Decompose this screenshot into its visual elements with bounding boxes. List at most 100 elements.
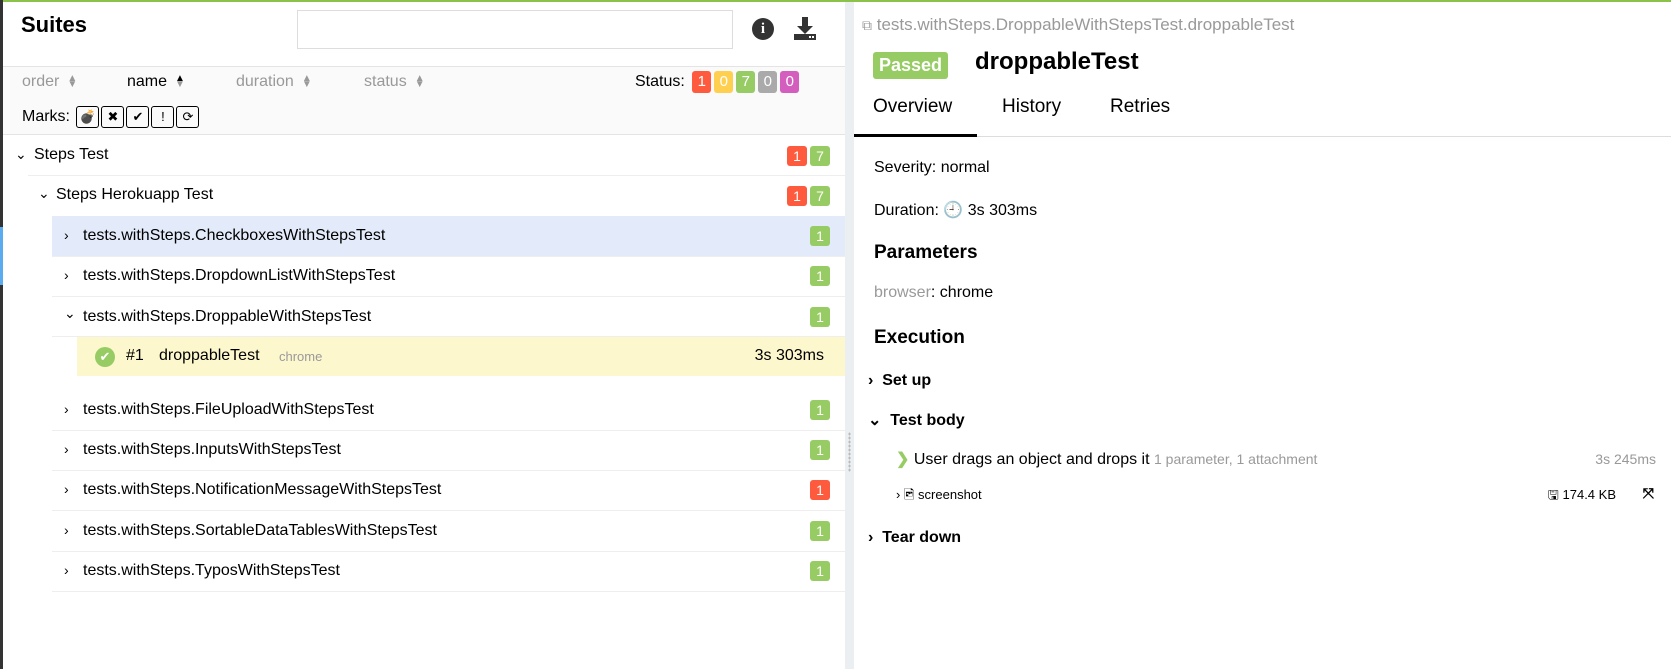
passed-count: 1	[810, 561, 830, 581]
attachment-row[interactable]: › 🖻 screenshot 🖫 174.4 KB ⤧	[896, 485, 1656, 508]
image-file-icon: 🖻	[903, 487, 915, 502]
class-label: tests.withSteps.SortableDataTablesWithSt…	[83, 522, 437, 539]
chevron-down-icon: ⌄	[15, 146, 27, 162]
sort-label: name	[127, 73, 168, 90]
duration-label: Duration:	[874, 202, 939, 219]
tree-class-row[interactable]: › tests.withSteps.TyposWithStepsTest 1	[52, 551, 845, 592]
chevron-right-icon: ›	[896, 487, 901, 502]
class-counts: 1	[807, 266, 830, 286]
test-param: chrome	[279, 349, 323, 364]
passed-count: 1	[810, 521, 830, 541]
status-skipped-toggle[interactable]: 0	[758, 71, 778, 93]
sort-asc-icon: ▲ ▼	[175, 72, 185, 90]
attachment-size-text: 174.4 KB	[1562, 487, 1617, 502]
passed-check-icon: ✔	[95, 347, 115, 367]
tree-class-row[interactable]: › tests.withSteps.FileUploadWithStepsTes…	[52, 390, 845, 431]
passed-count: 7	[810, 185, 830, 206]
marks-filter: Marks: 💣 ✖ ✔! ⟳	[22, 106, 200, 128]
passed-count: 1	[810, 400, 830, 420]
chevron-right-icon: ›	[64, 441, 69, 457]
side-nav-active-indicator	[0, 227, 3, 285]
status-failed-toggle[interactable]: 1	[692, 71, 712, 93]
floppy-icon: 🖫	[1547, 487, 1559, 502]
download-icon[interactable]	[793, 15, 817, 41]
flaky-bomb-icon[interactable]: 💣	[76, 106, 100, 128]
step-chevron-icon: ❯	[896, 451, 910, 468]
test-name: droppableTest	[159, 347, 260, 364]
chevron-down-icon: ⌄	[64, 305, 76, 321]
sort-name[interactable]: name ▲ ▼	[127, 73, 185, 91]
status-broken-toggle[interactable]: 0	[714, 71, 734, 93]
parameters-title: Parameters	[874, 242, 978, 263]
sort-arrows-icon: ▲ ▼	[414, 72, 425, 90]
passed-count: 7	[810, 145, 830, 166]
chevron-right-icon: ›	[64, 522, 69, 538]
tree-class-row[interactable]: › tests.withSteps.SortableDataTablesWith…	[52, 511, 845, 552]
tree-class-row[interactable]: › tests.withSteps.InputsWithStepsTest 1	[52, 430, 845, 471]
pane-divider[interactable]	[845, 2, 854, 669]
teardown-section[interactable]: › Tear down	[868, 529, 961, 547]
passed-count: 1	[810, 266, 830, 286]
chevron-right-icon: ›	[64, 401, 69, 417]
class-counts: 1	[807, 400, 830, 420]
chevron-right-icon: ›	[64, 562, 69, 578]
sort-status[interactable]: status ▲ ▼	[364, 73, 425, 91]
tab-overview[interactable]: Overview	[873, 96, 952, 118]
new-failed-icon[interactable]: ✖	[101, 106, 125, 128]
test-duration: 3s 303ms	[754, 347, 824, 364]
tree-class-row[interactable]: ⌄ tests.withSteps.DroppableWithStepsTest…	[52, 297, 845, 337]
execution-title: Execution	[874, 327, 965, 348]
sort-label: order	[22, 73, 60, 90]
new-passed-icon[interactable]: ✔	[126, 106, 150, 128]
resize-handle[interactable]	[848, 432, 851, 472]
class-counts: 1	[807, 561, 830, 581]
class-label: tests.withSteps.TyposWithStepsTest	[83, 562, 340, 579]
test-row-droppable[interactable]: ✔ #1 droppableTest chrome 3s 303ms	[77, 337, 845, 376]
tree-group-steps-test[interactable]: ⌄ Steps Test 17	[3, 135, 845, 176]
info-icon[interactable]: i	[752, 18, 774, 40]
expand-icon[interactable]: ⤧	[1643, 485, 1654, 502]
tree-class-row[interactable]: › tests.withSteps.NotificationMessageWit…	[52, 470, 845, 511]
tree-class-row[interactable]: › tests.withSteps.CheckboxesWithStepsTes…	[52, 216, 845, 257]
failed-count: 1	[810, 480, 830, 500]
class-counts: 1	[807, 521, 830, 541]
step-row[interactable]: ❯ User drags an object and drops it 1 pa…	[896, 449, 1656, 469]
tab-retries[interactable]: Retries	[1110, 96, 1170, 118]
sort-duration[interactable]: duration ▲ ▼	[236, 73, 312, 91]
class-counts: 1	[807, 306, 830, 327]
sort-order[interactable]: order ▲ ▼	[22, 73, 77, 91]
class-counts: 1	[807, 226, 830, 246]
class-label: tests.withSteps.DroppableWithStepsTest	[83, 308, 372, 325]
failed-count: 1	[787, 185, 807, 206]
tree-class-row[interactable]: › tests.withSteps.DropdownListWithStepsT…	[52, 256, 845, 297]
tree-group-herokuapp[interactable]: ⌄ Steps Herokuapp Test 17	[28, 175, 845, 215]
attachment-size: 🖫 174.4 KB	[1548, 486, 1616, 508]
status-badge: Passed	[873, 52, 949, 79]
group-label: Steps Herokuapp Test	[56, 186, 214, 203]
group-label: Steps Test	[34, 146, 109, 163]
status-passed-toggle[interactable]: 7	[736, 71, 756, 93]
retries-icon[interactable]: ⟳	[176, 106, 200, 128]
status-unknown-toggle[interactable]: 0	[780, 71, 800, 93]
status-filter: Status: 10700	[635, 71, 800, 93]
passed-count: 1	[810, 440, 830, 460]
search-input[interactable]	[297, 10, 733, 49]
tab-history[interactable]: History	[1002, 96, 1061, 118]
active-tab-underline	[854, 134, 977, 137]
class-counts: 1	[807, 480, 830, 500]
chevron-down-icon: ⌄	[868, 412, 882, 429]
sort-arrows-icon: ▲ ▼	[301, 72, 312, 90]
setup-section[interactable]: › Set up	[868, 372, 931, 390]
passed-count: 1	[810, 226, 830, 246]
test-body-label: Test body	[890, 412, 965, 429]
parameter-row: browser: chrome	[874, 284, 993, 302]
new-broken-icon[interactable]: !	[151, 106, 175, 128]
test-title: droppableTest	[975, 48, 1139, 75]
clock-icon: 🕘	[943, 202, 964, 219]
class-counts: 1	[807, 440, 830, 460]
severity: Severity: normal	[874, 159, 990, 176]
copy-icon[interactable]: ⧉	[862, 17, 872, 33]
sort-label: status	[364, 73, 407, 90]
test-body-section[interactable]: ⌄ Test body	[868, 410, 965, 430]
group-counts: 17	[784, 145, 830, 166]
